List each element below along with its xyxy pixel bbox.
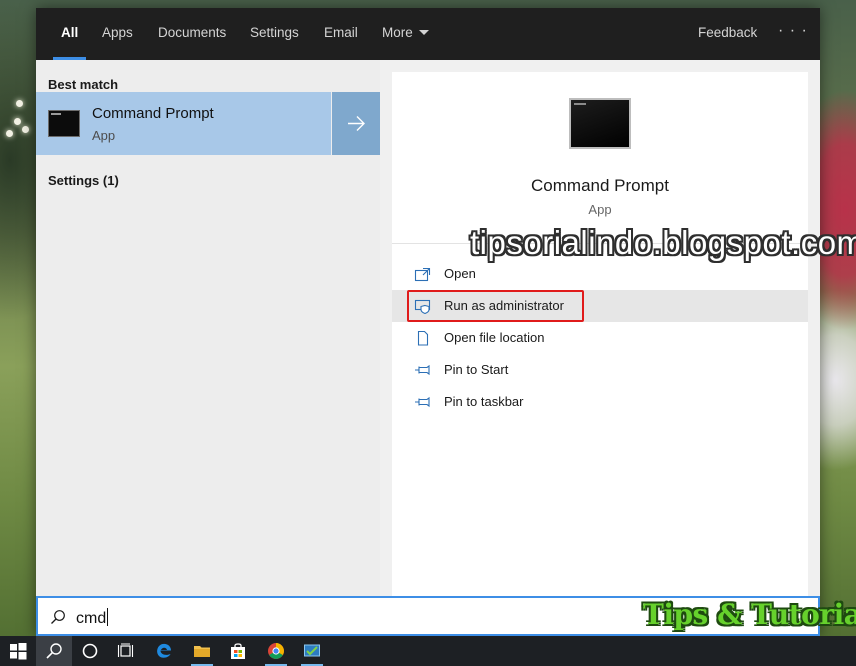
task-view-icon <box>117 643 134 657</box>
tips-tutorial-logo: Tips & Tutorial <box>643 598 856 631</box>
app-button[interactable] <box>294 636 330 666</box>
watermark-text: tipsorialindo.blogspot.com <box>470 224 856 261</box>
tab-label: Email <box>324 25 358 40</box>
windows-start-icon <box>10 643 27 660</box>
action-open-file-location[interactable]: Open file location <box>392 322 808 354</box>
edge-button[interactable] <box>146 636 182 666</box>
task-view-button[interactable] <box>108 636 144 666</box>
open-icon <box>414 267 431 282</box>
file-icon <box>417 330 429 346</box>
caret-down-icon <box>418 29 429 35</box>
store-button[interactable] <box>220 636 256 666</box>
tab-more[interactable]: More <box>382 8 429 60</box>
chrome-icon <box>268 643 284 659</box>
file-explorer-icon <box>194 646 210 657</box>
action-open[interactable]: Open <box>392 258 808 290</box>
search-tabs-bar: All Apps Documents Settings Email More F… <box>36 8 820 60</box>
tab-label: All <box>61 25 79 40</box>
arrow-right-icon <box>348 116 365 131</box>
tab-label: Documents <box>158 25 227 40</box>
store-icon <box>231 643 245 659</box>
feedback-label: Feedback <box>698 25 758 40</box>
terminal-icon <box>569 98 631 149</box>
best-match-subtitle: App <box>92 128 116 143</box>
chrome-button[interactable] <box>258 636 294 666</box>
feedback-button[interactable]: Feedback <box>698 8 757 60</box>
search-icon <box>51 610 65 624</box>
wallpaper-light <box>6 130 13 137</box>
tab-label: Settings <box>250 25 299 40</box>
action-label: Open <box>444 266 476 281</box>
action-label: Open file location <box>444 330 545 345</box>
more-horizontal-icon[interactable]: · · · <box>778 8 808 60</box>
search-panel: All Apps Documents Settings Email More F… <box>36 8 820 636</box>
wallpaper-light <box>22 126 29 133</box>
tab-apps[interactable]: Apps <box>102 8 133 60</box>
cortana-icon <box>82 643 98 659</box>
taskbar-search-button[interactable] <box>36 636 72 666</box>
pin-icon <box>415 396 430 408</box>
settings-heading[interactable]: Settings (1) <box>48 173 119 188</box>
preview-subtitle: App <box>588 202 612 217</box>
search-icon <box>46 643 62 659</box>
app-icon <box>304 644 320 657</box>
search-query: cmd <box>76 610 107 627</box>
tab-all[interactable]: All <box>52 8 87 60</box>
start-button[interactable] <box>0 636 36 666</box>
wallpaper-light <box>16 100 23 107</box>
action-label: Pin to Start <box>444 362 509 377</box>
tab-email[interactable]: Email <box>324 8 358 60</box>
tab-label: Apps <box>102 25 133 40</box>
file-explorer-button[interactable] <box>184 636 220 666</box>
tab-documents[interactable]: Documents <box>158 8 226 60</box>
open-preview-button[interactable] <box>332 92 380 155</box>
action-pin-to-taskbar[interactable]: Pin to taskbar <box>392 386 808 418</box>
tab-settings[interactable]: Settings <box>250 8 299 60</box>
pin-icon <box>415 364 430 376</box>
edge-icon <box>157 643 171 658</box>
best-match-result[interactable]: Command Prompt App <box>36 92 331 155</box>
best-match-heading: Best match <box>48 77 119 92</box>
preview-pane: Command Prompt App Open Run as administr… <box>392 72 808 596</box>
text-cursor <box>107 608 109 626</box>
action-pin-to-start[interactable]: Pin to Start <box>392 354 808 386</box>
tab-label: More <box>382 25 413 40</box>
terminal-icon <box>48 110 80 137</box>
action-label: Pin to taskbar <box>444 394 524 409</box>
wallpaper-light <box>14 118 21 125</box>
results-pane: Best match Command Prompt App Settings (… <box>36 60 380 596</box>
taskbar <box>0 636 856 666</box>
annotation-highlight <box>407 290 584 322</box>
preview-title: Command Prompt <box>531 176 669 195</box>
search-input[interactable]: cmd <box>76 608 109 628</box>
cortana-button[interactable] <box>72 636 108 666</box>
best-match-title: Command Prompt <box>92 105 214 122</box>
